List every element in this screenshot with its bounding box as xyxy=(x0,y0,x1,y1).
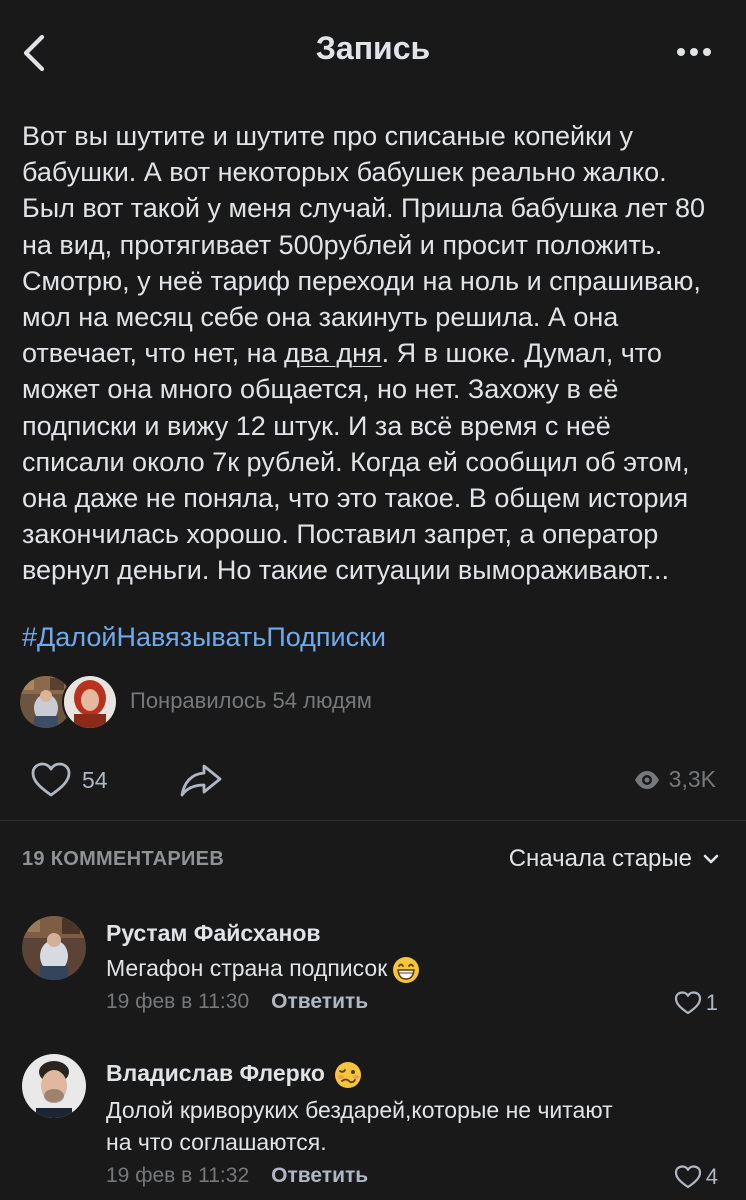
hashtag-link[interactable]: #ДалойНавязыватьПодписки xyxy=(22,622,386,653)
post-actions: 54 3,3K xyxy=(0,752,746,808)
comment-like-button[interactable]: 4 xyxy=(674,1164,718,1190)
post-text-underlined: два дня xyxy=(284,338,382,369)
comment-text-body: Мегафон страна подписок xyxy=(106,955,388,981)
views-counter: 3,3K xyxy=(633,766,716,793)
comment-text: Долой криворуких бездарей,которые не чит… xyxy=(106,1097,613,1155)
comments-count: 19 КОММЕНТАРИЕВ xyxy=(22,848,225,870)
comment-like-count: 1 xyxy=(705,990,718,1015)
comment-text: Мегафон страна подписок xyxy=(106,952,716,985)
comment-item: Владислав Флерко Долой криворуких бездар… xyxy=(0,1050,746,1200)
heart-icon xyxy=(31,762,71,797)
share-button[interactable] xyxy=(178,760,226,800)
reply-button[interactable]: Ответить xyxy=(271,1164,368,1188)
eye-icon xyxy=(634,770,659,789)
share-icon xyxy=(180,764,222,797)
divider xyxy=(0,820,746,821)
views-count: 3,3K xyxy=(668,766,716,792)
more-button[interactable] xyxy=(674,34,714,70)
comment-author[interactable]: Рустам Файсханов xyxy=(106,920,321,947)
comment-author-name: Владислав Флерко xyxy=(106,1060,325,1087)
avatar xyxy=(62,674,118,730)
avatar[interactable] xyxy=(22,1054,86,1118)
comment-like-button[interactable]: 1 xyxy=(674,990,718,1016)
post-text-part: Вот вы шутите и шутите про списаные копе… xyxy=(22,121,706,369)
comment-date: 19 фев в 11:30 xyxy=(106,990,250,1013)
top-bar: Запись xyxy=(0,0,746,104)
heart-icon xyxy=(674,991,701,1015)
grinning-face-emoji xyxy=(393,956,420,983)
avatar[interactable] xyxy=(22,916,86,980)
likes-count: 54 xyxy=(82,766,108,793)
comment-like-count: 4 xyxy=(705,1164,718,1189)
chevron-down-icon xyxy=(703,854,719,864)
heart-icon xyxy=(674,1165,701,1189)
comment-item: Рустам Файсханов Мегафон страна подписок… xyxy=(0,912,746,1032)
woozy-face-emoji xyxy=(334,1062,361,1088)
reply-button[interactable]: Ответить xyxy=(271,990,368,1014)
more-horizontal-icon xyxy=(677,48,711,56)
post-text: Вот вы шутите и шутите про списаные копе… xyxy=(22,118,726,589)
like-button[interactable]: 54 xyxy=(30,760,108,800)
comment-date: 19 фев в 11:32 xyxy=(106,1164,250,1187)
post-text-part: . Я в шоке. Думал, что может она много о… xyxy=(22,338,690,586)
comment-meta: 19 фев в 11:30 Ответить xyxy=(106,990,368,1014)
liked-by-text[interactable]: Понравилось 54 людям xyxy=(130,688,372,714)
page-title: Запись xyxy=(315,30,431,66)
sort-dropdown[interactable]: Сначала старые xyxy=(509,845,720,873)
sort-label: Сначала старые xyxy=(508,845,692,872)
comment-meta: 19 фев в 11:32 Ответить xyxy=(106,1164,368,1188)
likers-avatars[interactable] xyxy=(18,674,138,730)
comment-author[interactable]: Владислав Флерко xyxy=(106,1060,363,1090)
